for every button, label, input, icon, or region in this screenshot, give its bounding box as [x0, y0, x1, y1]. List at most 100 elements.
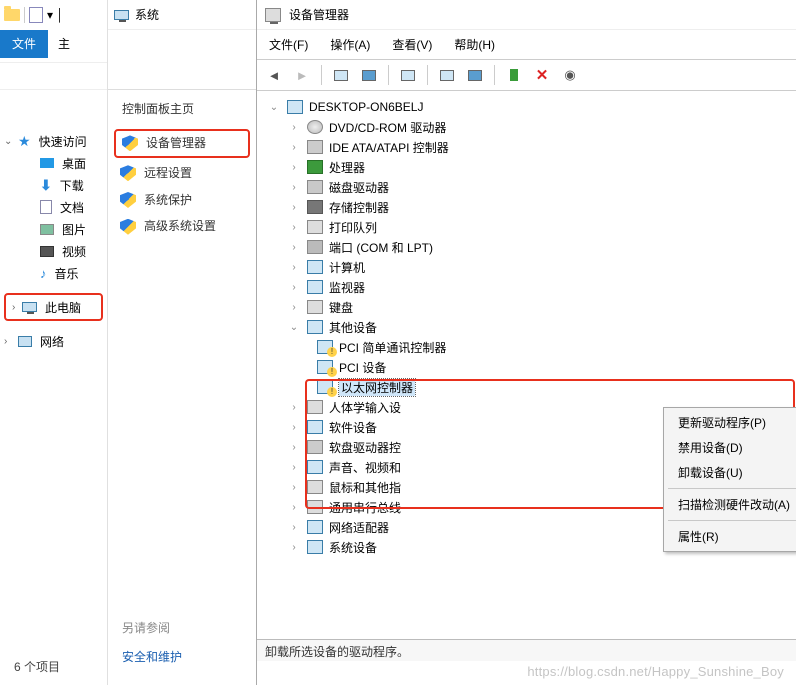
explorer-titlebar: ▾ │: [0, 0, 107, 30]
devmgr-menubar: 文件(F) 操作(A) 查看(V) 帮助(H): [257, 30, 796, 59]
chevron-right-icon: ›: [12, 302, 15, 313]
menu-item[interactable]: 更新驱动程序(P): [666, 410, 796, 435]
menu-item[interactable]: 卸载设备(U): [666, 460, 796, 485]
link-security-maintenance[interactable]: 安全和维护: [122, 648, 182, 665]
tree-category[interactable]: ›键盘: [261, 297, 792, 317]
properties-button[interactable]: [464, 64, 486, 86]
tree-category[interactable]: ›监视器: [261, 277, 792, 297]
tab-home[interactable]: 主: [48, 30, 80, 58]
network-icon: [18, 336, 32, 347]
menu-view[interactable]: 查看(V): [390, 34, 434, 55]
tree-category[interactable]: ›计算机: [261, 257, 792, 277]
shield-icon: [122, 135, 138, 151]
menu-separator: [668, 520, 796, 521]
nav-documents[interactable]: 文档: [0, 196, 107, 218]
chevron-right-icon: ›: [287, 242, 301, 253]
device-manager-window: 设备管理器 文件(F) 操作(A) 查看(V) 帮助(H) ◄ ► ✕ ◉ ⌄ …: [256, 0, 796, 685]
uninstall-button[interactable]: ✕: [531, 64, 553, 86]
tree-root[interactable]: ⌄ DESKTOP-ON6BELJ: [261, 97, 792, 117]
chip-icon: [307, 160, 323, 174]
chevron-right-icon: ›: [287, 162, 301, 173]
tree-category[interactable]: ›IDE ATA/ATAPI 控制器: [261, 137, 792, 157]
control-panel-home[interactable]: 控制面板主页: [108, 90, 256, 127]
chevron-down-icon: ⌄: [4, 136, 12, 147]
update-driver-button[interactable]: [503, 64, 525, 86]
nav-videos[interactable]: 视频: [0, 240, 107, 262]
printer-icon: [307, 220, 323, 234]
menu-file[interactable]: 文件(F): [267, 34, 310, 55]
chevron-right-icon: ›: [287, 502, 301, 513]
chevron-right-icon: ›: [287, 142, 301, 153]
ide-icon: [307, 140, 323, 154]
menu-item[interactable]: 禁用设备(D): [666, 435, 796, 460]
doc-icon: [29, 7, 43, 23]
chevron-down-icon: ⌄: [267, 102, 281, 113]
nav-network[interactable]: › 网络: [0, 330, 107, 352]
mon-icon: [307, 280, 323, 294]
nav-music[interactable]: ♪音乐: [0, 262, 107, 284]
system-toolbar: [108, 30, 256, 90]
music-icon: ♪: [40, 266, 47, 281]
view-button[interactable]: [358, 64, 380, 86]
category-other-devices[interactable]: ⌄ 其他设备: [261, 317, 792, 337]
tree-device[interactable]: PCI 简单通讯控制器: [261, 337, 792, 357]
tree-category[interactable]: ›处理器: [261, 157, 792, 177]
see-also-label: 另请参阅: [122, 619, 182, 636]
forward-button[interactable]: ►: [291, 64, 313, 86]
desktop-icon: [40, 158, 54, 168]
chevron-right-icon: ›: [287, 462, 301, 473]
menu-separator: [668, 488, 796, 489]
explorer-ribbon-tabs: 文件 主: [0, 30, 107, 58]
scan-hardware-button[interactable]: [436, 64, 458, 86]
tree-category[interactable]: ›存储控制器: [261, 197, 792, 217]
tab-file[interactable]: 文件: [0, 30, 48, 58]
devmgr-icon: [265, 8, 281, 22]
nav-desktop[interactable]: 桌面: [0, 152, 107, 174]
chevron-right-icon: ›: [287, 122, 301, 133]
chevron-right-icon: ›: [287, 202, 301, 213]
overflow-label: ▾ │: [47, 8, 64, 22]
chevron-right-icon: ›: [287, 222, 301, 233]
nav-this-pc[interactable]: › 此电脑: [8, 296, 99, 318]
shield-icon: [120, 192, 136, 208]
nav-downloads[interactable]: ⬇下载: [0, 174, 107, 196]
disable-button[interactable]: ◉: [559, 64, 581, 86]
show-hidden-button[interactable]: [330, 64, 352, 86]
pc-icon: [287, 100, 303, 114]
link-advanced-settings[interactable]: 高级系统设置: [108, 213, 256, 240]
tree-category[interactable]: ›DVD/CD-ROM 驱动器: [261, 117, 792, 137]
port-icon: [307, 240, 323, 254]
card-icon: [307, 320, 323, 334]
tree-category[interactable]: ›端口 (COM 和 LPT): [261, 237, 792, 257]
nav-pictures[interactable]: 图片: [0, 218, 107, 240]
menu-item[interactable]: 扫描检测硬件改动(A): [666, 492, 796, 517]
sys-icon: [307, 540, 323, 554]
videos-icon: [40, 246, 54, 257]
watermark: https://blog.csdn.net/Happy_Sunshine_Boy: [527, 664, 784, 679]
link-system-protection[interactable]: 系统保护: [108, 187, 256, 214]
context-menu: 更新驱动程序(P)禁用设备(D)卸载设备(U) 扫描检测硬件改动(A) 属性(R): [663, 407, 796, 552]
devmgr-statusbar: 卸载所选设备的驱动程序。: [257, 639, 796, 661]
chevron-right-icon: ›: [287, 282, 301, 293]
help-button[interactable]: [397, 64, 419, 86]
pc-icon: [22, 302, 37, 312]
net-icon: [307, 520, 323, 534]
link-device-manager[interactable]: 设备管理器: [114, 129, 250, 158]
tree-device[interactable]: PCI 设备: [261, 357, 792, 377]
back-button[interactable]: ◄: [263, 64, 285, 86]
chevron-right-icon: ›: [4, 336, 7, 347]
tree-category[interactable]: ›打印队列: [261, 217, 792, 237]
menu-action[interactable]: 操作(A): [328, 34, 372, 55]
chevron-right-icon: ›: [287, 262, 301, 273]
unknown-device-icon: [317, 360, 333, 374]
menu-item[interactable]: 属性(R): [666, 524, 796, 549]
chevron-right-icon: ›: [287, 302, 301, 313]
tree-category[interactable]: ›磁盘驱动器: [261, 177, 792, 197]
nav-quick-access[interactable]: ⌄ ★ 快速访问: [0, 130, 107, 152]
link-remote-settings[interactable]: 远程设置: [108, 160, 256, 187]
divider: [24, 7, 25, 23]
system-titlebar: 系统: [108, 0, 256, 30]
devmgr-titlebar: 设备管理器: [257, 0, 796, 30]
menu-help[interactable]: 帮助(H): [452, 34, 497, 55]
kb-icon: [307, 300, 323, 314]
